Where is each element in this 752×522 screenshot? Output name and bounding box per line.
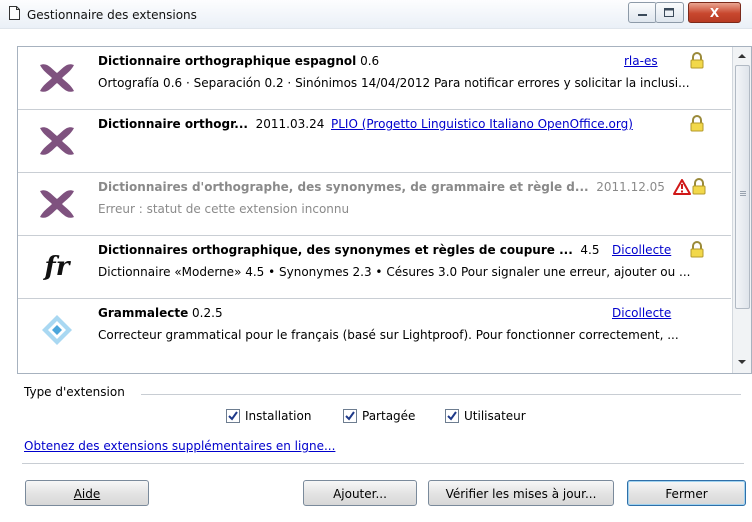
warning-icon — [673, 179, 691, 195]
extension-description: Dictionnaire «Moderne» 4.5 • Synonymes 2… — [98, 265, 691, 279]
checkbox-box[interactable] — [226, 408, 240, 423]
extension-version: 2011.03.24 — [255, 117, 325, 131]
checkbox-label: Installation — [245, 409, 312, 423]
extension-name: Dictionnaire orthographique espagnol — [98, 54, 357, 68]
lock-icon — [690, 52, 704, 69]
grammalecte-icon — [42, 315, 72, 345]
extension-row[interactable]: Grammalecte 0.2.5 Dicollecte Correcteur … — [18, 299, 731, 361]
close-button[interactable]: Fermer — [627, 480, 746, 506]
installation-checkbox[interactable]: Installation — [226, 408, 312, 425]
extension-publisher-link[interactable]: PLIO (Progetto Linguistico Italiano Open… — [331, 117, 633, 131]
checkmark-icon — [447, 410, 457, 421]
minimize-button[interactable] — [628, 2, 657, 23]
user-checkbox[interactable]: Utilisateur — [445, 408, 526, 425]
puzzle-icon — [40, 127, 74, 155]
scroll-down-icon[interactable] — [737, 358, 747, 366]
maximize-button[interactable] — [655, 2, 684, 23]
add-button[interactable]: Ajouter... — [303, 480, 417, 506]
extension-description: Ortografía 0.6 · Separación 0.2 · Sinóni… — [98, 76, 690, 90]
puzzle-icon — [40, 190, 74, 218]
separator — [22, 463, 744, 464]
lock-icon — [690, 115, 704, 132]
extension-description: Correcteur grammatical pour le français … — [98, 328, 679, 342]
checkbox-box[interactable] — [343, 408, 357, 423]
extensions-list[interactable]: Dictionnaire orthographique espagnol 0.6… — [17, 46, 752, 374]
get-more-extensions-link[interactable]: Obtenez des extensions supplémentaires e… — [24, 439, 335, 453]
extension-version: 0.6 — [360, 54, 380, 68]
extension-name: Dictionnaires orthographique, des synony… — [98, 243, 573, 257]
extension-row[interactable]: Dictionnaires d'orthographe, des synonym… — [18, 173, 731, 236]
extension-description: Erreur : statut de cette extension incon… — [98, 202, 350, 216]
checkbox-label: Partagée — [362, 409, 416, 423]
close-window-button[interactable]: X — [688, 2, 741, 23]
checkmark-icon — [228, 410, 238, 421]
scrollbar-thumb[interactable] — [735, 65, 750, 309]
extension-name: Dictionnaire orthogr... — [98, 117, 248, 131]
fr-icon: fr — [44, 252, 70, 282]
extension-name: Grammalecte — [98, 306, 189, 320]
puzzle-icon — [40, 64, 74, 92]
maximize-icon — [664, 8, 674, 17]
extension-version: 4.5 — [580, 243, 600, 257]
minimize-icon — [638, 14, 647, 16]
vertical-scrollbar[interactable] — [732, 47, 751, 373]
group-divider — [141, 394, 741, 395]
extension-row[interactable]: Dictionnaire orthogr... 2011.03.24 PLIO … — [18, 110, 731, 173]
check-updates-button[interactable]: Vérifier les mises à jour... — [428, 480, 614, 506]
checkmark-icon — [345, 410, 355, 421]
close-glyph: X — [710, 6, 720, 20]
lock-icon — [690, 241, 704, 258]
extension-name: Dictionnaires d'orthographe, des synonym… — [98, 180, 589, 194]
title-bar[interactable]: Gestionnaire des extensions X — [0, 0, 752, 29]
lock-icon — [692, 178, 706, 195]
document-icon — [9, 6, 20, 20]
extension-row[interactable]: Dictionnaire orthographique espagnol 0.6… — [18, 47, 731, 110]
extension-publisher-link[interactable]: Dicollecte — [612, 243, 671, 257]
extension-type-label: Type d'extension — [24, 385, 125, 399]
extension-publisher-link[interactable]: Dicollecte — [612, 306, 671, 320]
help-button[interactable]: Aide — [25, 480, 149, 506]
checkbox-label: Utilisateur — [464, 409, 526, 423]
window-title: Gestionnaire des extensions — [27, 8, 197, 22]
shared-checkbox[interactable]: Partagée — [343, 408, 416, 425]
extension-row[interactable]: fr Dictionnaires orthographique, des syn… — [18, 236, 731, 299]
extension-version: 2011.12.05 — [596, 180, 665, 194]
extension-publisher-link[interactable]: rla-es — [624, 54, 658, 68]
close-icon: X — [710, 6, 720, 20]
extension-version: 0.2.5 — [192, 306, 223, 320]
checkbox-box[interactable] — [445, 408, 459, 423]
extension-manager-window: Gestionnaire des extensions X Dictionnai… — [0, 0, 752, 522]
scroll-up-icon[interactable] — [737, 52, 747, 60]
